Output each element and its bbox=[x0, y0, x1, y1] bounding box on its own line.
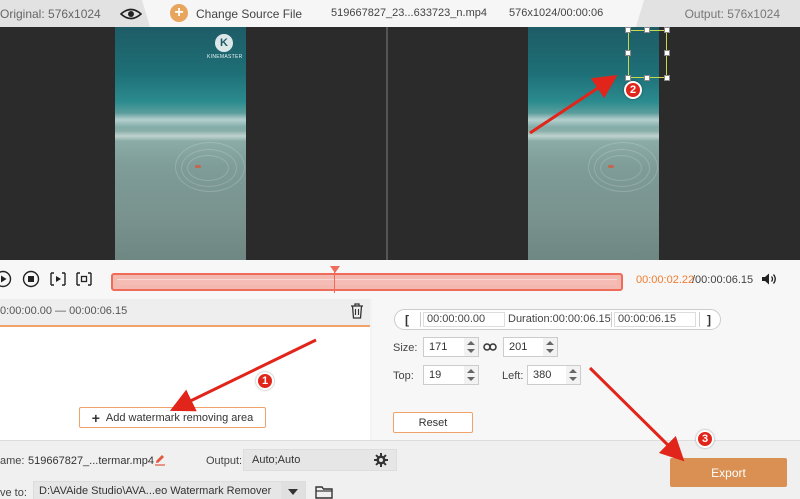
original-preview-pane: K KINEMASTER bbox=[0, 27, 386, 260]
start-bracket-icon[interactable]: [ bbox=[405, 313, 409, 327]
next-frame-icon[interactable] bbox=[49, 270, 67, 288]
original-info-tab: Original: 576x1024 bbox=[0, 0, 150, 27]
segment-time-editor: [ 00:00:00.00 Duration:00:00:06.15 00:00… bbox=[394, 309, 721, 330]
output-preview-pane bbox=[388, 27, 800, 260]
segment-list-panel: 0:00:00.00 — 00:00:06.15 + Add watermark… bbox=[0, 299, 370, 440]
width-value: 171 bbox=[429, 341, 448, 353]
top-stepper[interactable]: 19 bbox=[423, 365, 479, 385]
segment-row[interactable]: 0:00:00.00 — 00:00:06.15 bbox=[0, 299, 370, 327]
save-to-label: ve to: bbox=[0, 487, 27, 499]
end-time-field[interactable]: 00:00:06.15 bbox=[614, 312, 696, 327]
stop-icon[interactable] bbox=[22, 270, 40, 288]
top-value: 19 bbox=[429, 369, 442, 381]
watermark-selection-box[interactable] bbox=[625, 27, 670, 81]
step-badge-2: 2 bbox=[624, 81, 642, 99]
resize-handle[interactable] bbox=[625, 75, 631, 81]
trim-track[interactable] bbox=[111, 273, 623, 291]
pencil-icon[interactable] bbox=[154, 453, 166, 466]
reset-button[interactable]: Reset bbox=[393, 412, 473, 433]
swimmer bbox=[608, 165, 614, 168]
crop-frame-icon[interactable] bbox=[75, 270, 93, 288]
source-file-name: 519667827_23...633723_n.mp4 bbox=[331, 7, 487, 19]
left-value: 380 bbox=[533, 369, 552, 381]
resize-handle[interactable] bbox=[664, 50, 670, 56]
height-value: 201 bbox=[509, 341, 528, 353]
output-format-value: Auto;Auto bbox=[252, 454, 301, 466]
total-time: /00:00:06.15 bbox=[692, 274, 754, 286]
duration-field: Duration:00:00:06.15 bbox=[508, 313, 611, 325]
start-time-field[interactable]: 00:00:00.00 bbox=[423, 312, 505, 327]
play-icon[interactable] bbox=[0, 270, 12, 288]
output-resolution-label: Output: 576x1024 bbox=[684, 7, 780, 21]
source-file-resolution: 576x1024/00:00:06 bbox=[509, 7, 604, 19]
gear-icon[interactable] bbox=[374, 453, 388, 467]
output-format-label: Output: bbox=[206, 455, 243, 467]
step-badge-1: 1 bbox=[256, 372, 274, 390]
output-info-tab: Output: 576x1024 bbox=[636, 0, 800, 27]
eye-icon[interactable] bbox=[120, 7, 142, 21]
folder-icon[interactable] bbox=[315, 485, 333, 499]
resize-handle[interactable] bbox=[644, 27, 650, 33]
name-label: ame: bbox=[0, 455, 25, 467]
area-settings-panel: [ 00:00:00.00 Duration:00:00:06.15 00:00… bbox=[372, 299, 800, 440]
playhead-marker[interactable] bbox=[330, 266, 340, 273]
watermark-remover-window: Original: 576x1024 + Change Source File … bbox=[0, 0, 800, 499]
link-ratio-icon[interactable] bbox=[483, 341, 497, 353]
change-source-file-button[interactable]: Change Source File bbox=[196, 7, 302, 21]
swimmer bbox=[195, 165, 201, 168]
output-file-name: 519667827_...termar.mp4 bbox=[28, 455, 154, 467]
resize-handle[interactable] bbox=[664, 75, 670, 81]
timeline-bar: 00:00:02.22 /00:00:06.15 bbox=[0, 260, 800, 299]
trash-icon[interactable] bbox=[350, 303, 364, 319]
step-badge-3: 3 bbox=[696, 430, 714, 448]
current-time: 00:00:02.22 bbox=[636, 274, 695, 286]
size-label: Size: bbox=[393, 342, 418, 354]
chevron-down-icon[interactable] bbox=[281, 482, 305, 499]
left-stepper[interactable]: 380 bbox=[527, 365, 581, 385]
segment-time-range: 0:00:00.00 — 00:00:06.15 bbox=[0, 305, 128, 317]
kinemaster-logo: K bbox=[215, 34, 233, 52]
top-label: Top: bbox=[393, 370, 414, 382]
height-stepper[interactable]: 201 bbox=[503, 337, 558, 357]
plus-icon: + bbox=[91, 409, 100, 426]
save-path-value: D:\AVAide Studio\AVA...eo Watermark Remo… bbox=[39, 485, 272, 497]
top-info-bar: Original: 576x1024 + Change Source File … bbox=[0, 0, 800, 27]
end-bracket-icon[interactable]: ] bbox=[707, 313, 711, 327]
left-label: Left: bbox=[502, 370, 524, 382]
kinemaster-watermark-text: KINEMASTER bbox=[207, 54, 243, 60]
width-stepper[interactable]: 171 bbox=[423, 337, 479, 357]
export-button[interactable]: Export bbox=[670, 458, 787, 487]
add-watermark-area-label: Add watermark removing area bbox=[105, 411, 254, 424]
add-source-icon[interactable]: + bbox=[170, 4, 188, 22]
add-watermark-area-button[interactable]: + Add watermark removing area bbox=[79, 407, 266, 428]
resize-handle[interactable] bbox=[625, 27, 631, 33]
volume-icon[interactable] bbox=[761, 272, 777, 286]
export-settings-bar: ame: 519667827_...termar.mp4 Output: Aut… bbox=[0, 440, 800, 499]
original-resolution-label: Original: 576x1024 bbox=[0, 7, 101, 21]
resize-handle[interactable] bbox=[625, 50, 631, 56]
save-path-field[interactable]: D:\AVAide Studio\AVA...eo Watermark Remo… bbox=[33, 481, 306, 499]
original-video-frame: K KINEMASTER bbox=[115, 27, 246, 260]
resize-handle[interactable] bbox=[664, 27, 670, 33]
resize-handle[interactable] bbox=[644, 75, 650, 81]
